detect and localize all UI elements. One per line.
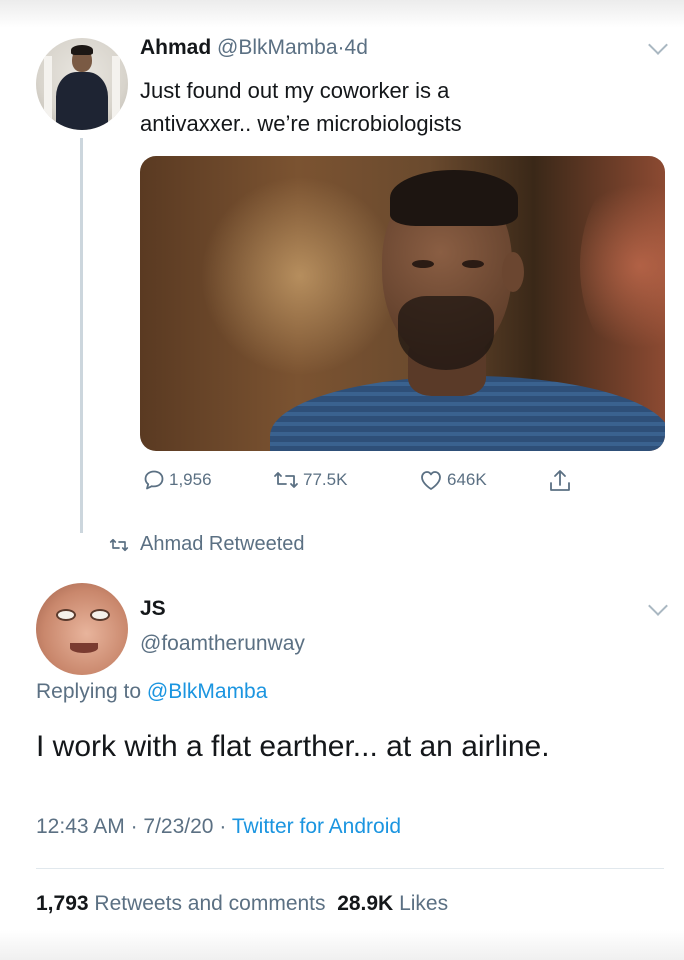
likes-count: 28.9K [337,892,394,915]
replying-to-label: Replying to [36,680,142,703]
avatar-hair [71,45,93,55]
tweet2-text: I work with a flat earther... at an airl… [36,730,550,763]
like-icon [421,471,441,490]
avatar-eye [56,609,76,621]
avatar-background-pillar [112,56,120,126]
tweet1-text-line: antivaxxer.. we’re microbiologists [140,111,462,136]
retweet-icon [109,538,129,551]
retweets-count: 1,793 [36,892,89,915]
replying-to-line: Replying to @BlkMamba [36,680,267,704]
image-hair [390,170,518,226]
image-eye [462,260,484,268]
image-ear [502,252,524,292]
meta-separator: · [219,815,227,838]
chevron-down-icon[interactable] [648,596,668,616]
retweet-icon [274,472,298,488]
tweet2-author-handle[interactable]: @foamtherunway [140,632,305,656]
likes-stat[interactable]: 28.9K Likes [337,892,448,915]
retweets-label: Retweets and comments [94,892,326,915]
tweet1-text-line: Just found out my coworker is a [140,78,450,103]
bottom-shadow [0,930,684,960]
likes-label: Likes [399,892,449,915]
image-light [200,176,400,376]
avatar-background-pillar [44,56,52,126]
tweet2-source-link[interactable]: Twitter for Android [232,815,401,838]
avatar-body [56,72,108,130]
meta-separator: · [130,815,138,838]
top-shadow [0,0,684,28]
chevron-down-icon[interactable] [648,35,668,55]
image-light [580,166,665,366]
reply-button[interactable]: 1,956 [142,468,212,492]
reply-count: 1,956 [169,470,212,489]
tweet1-text: Just found out my coworker is a antivaxx… [140,74,660,140]
tweet1-timestamp[interactable]: 4d [345,36,368,59]
avatar-js[interactable] [36,583,128,675]
tweet2-stats: 1,793 Retweets and comments 28.9K Likes [36,892,448,916]
tweet2-author-name[interactable]: JS [140,597,166,621]
reply-icon [144,470,164,490]
retweeted-notice[interactable]: Ahmad Retweeted [108,533,305,556]
image-eye [412,260,434,268]
tweet2-meta: 12:43 AM · 7/23/20 · Twitter for Android [36,815,401,839]
retweets-stat[interactable]: 1,793 Retweets and comments [36,892,326,915]
replying-to-mention[interactable]: @BlkMamba [147,680,268,703]
share-icon [550,470,570,491]
tweet1-header: Ahmad @BlkMamba·4d [140,36,368,60]
like-button[interactable]: 646K [418,468,487,492]
tweet1-author-name[interactable]: Ahmad [140,36,211,59]
share-button[interactable] [548,468,575,494]
retweeted-label: Ahmad Retweeted [140,533,305,555]
tweet2-time[interactable]: 12:43 AM [36,815,125,838]
tweet2-date[interactable]: 7/23/20 [143,815,213,838]
image-beard [398,296,494,370]
like-count: 646K [447,470,487,489]
tweet1-media-image[interactable] [140,156,665,451]
retweet-count: 77.5K [303,470,348,489]
avatar-ahmad[interactable] [36,38,128,130]
retweet-button[interactable]: 77.5K [272,468,347,492]
divider [36,868,664,869]
tweet1-author-handle[interactable]: @BlkMamba [217,36,338,59]
avatar-mouth [70,643,98,653]
avatar-eye [90,609,110,621]
tweet1-separator: · [337,36,345,59]
thread-line [80,138,83,533]
